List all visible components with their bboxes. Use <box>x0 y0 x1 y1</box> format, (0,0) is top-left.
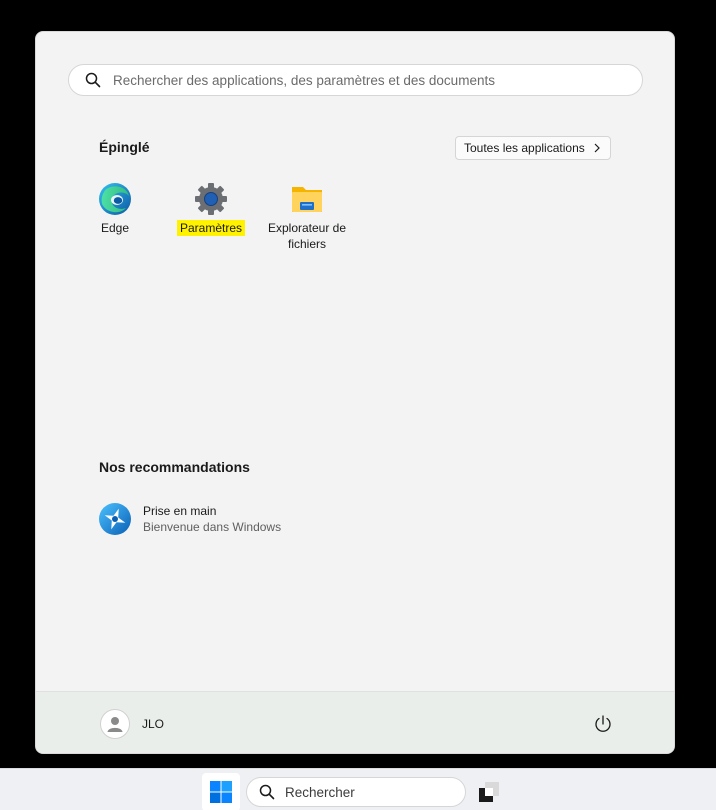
get-started-icon <box>99 503 131 535</box>
search-icon <box>259 784 275 800</box>
settings-gear-icon <box>195 183 227 215</box>
pinned-app-settings[interactable]: Paramètres <box>163 182 259 237</box>
power-icon[interactable] <box>592 713 614 735</box>
all-apps-label: Toutes les applications <box>464 141 585 155</box>
pinned-app-file-explorer[interactable]: Explorateur de fichiers <box>259 182 355 253</box>
user-account-button[interactable]: JLO <box>100 709 164 739</box>
file-explorer-icon <box>292 187 322 212</box>
chevron-right-icon <box>594 143 600 153</box>
taskbar-search[interactable]: Rechercher <box>246 777 466 807</box>
start-search-input[interactable] <box>113 72 642 88</box>
taskbar: Rechercher <box>0 768 716 810</box>
recommended-item-subtitle: Bienvenue dans Windows <box>143 520 282 534</box>
user-icon <box>107 717 123 732</box>
avatar <box>100 709 130 739</box>
start-footer: JLO <box>36 691 674 753</box>
recommended-section-title: Nos recommandations <box>99 459 250 475</box>
app-label: Paramètres <box>176 220 246 236</box>
pinned-section-title: Épinglé <box>99 139 150 155</box>
pinned-app-edge[interactable]: Edge <box>67 182 163 237</box>
start-menu: Épinglé Toutes les applications <box>35 31 675 754</box>
all-apps-button[interactable]: Toutes les applications <box>455 136 611 160</box>
taskbar-search-label: Rechercher <box>285 784 355 800</box>
recommended-item-get-started[interactable]: Prise en main Bienvenue dans Windows <box>98 502 281 536</box>
recommended-item-title: Prise en main <box>143 504 217 518</box>
start-search-box[interactable] <box>68 64 643 96</box>
app-label: Edge <box>100 221 130 235</box>
start-button[interactable] <box>202 773 240 810</box>
user-name: JLO <box>142 717 165 731</box>
edge-icon <box>99 183 131 215</box>
app-label: Explorateur de fichiers <box>267 221 347 251</box>
windows-logo-icon <box>210 781 232 803</box>
task-view-icon[interactable] <box>476 779 502 805</box>
search-icon <box>85 72 101 88</box>
